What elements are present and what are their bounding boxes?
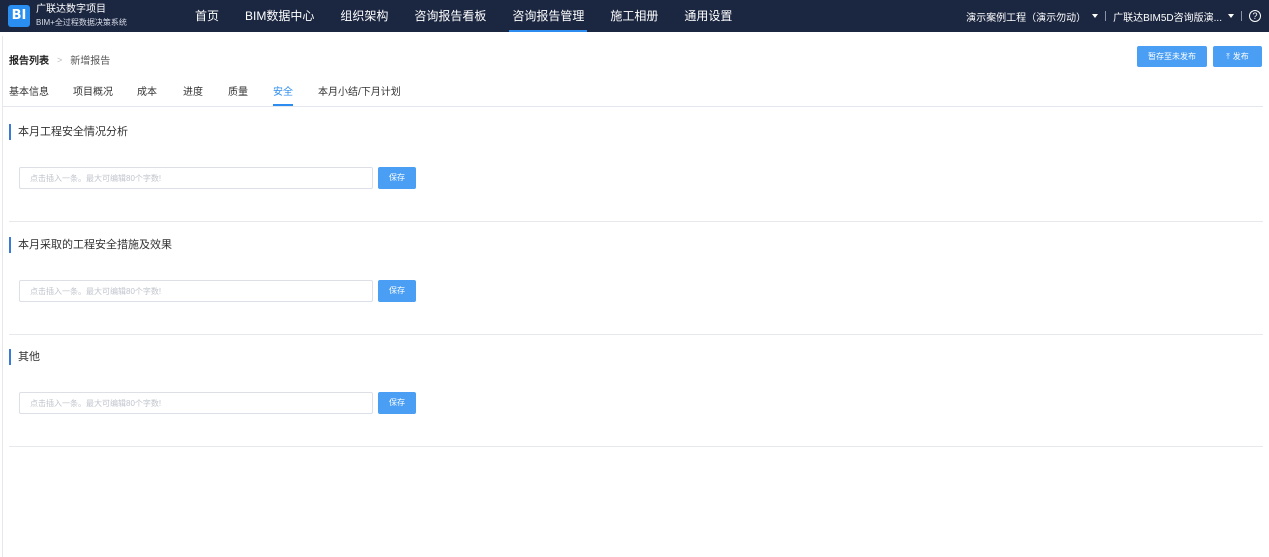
main-content: 报告列表 > 新增报告 暂存至未发布 ⤒ 发布 基本信息 项目概况 成本 进度 质… xyxy=(2,36,1267,557)
divider xyxy=(1241,11,1242,21)
tab-monthly-summary[interactable]: 本月小结/下月计划 xyxy=(318,86,401,106)
help-icon[interactable]: ? xyxy=(1249,10,1261,22)
save-button[interactable]: 保存 xyxy=(378,167,416,189)
company-name: 广联达BIM5D咨询版演... xyxy=(1113,12,1222,24)
save-button[interactable]: 保存 xyxy=(378,280,416,302)
tab-project-overview[interactable]: 项目概况 xyxy=(73,86,113,106)
breadcrumb-separator-icon: > xyxy=(57,54,63,65)
section-divider xyxy=(9,221,1263,222)
main-nav: 首页 BIM数据中心 组织架构 咨询报告看板 咨询报告管理 施工相册 通用设置 xyxy=(182,0,745,32)
chevron-down-icon xyxy=(1092,14,1099,18)
nav-item-general-settings[interactable]: 通用设置 xyxy=(671,0,745,32)
brand-title: 广联达数字项目 xyxy=(36,4,106,15)
safety-analysis-input[interactable] xyxy=(19,167,373,189)
company-selector[interactable]: 广联达BIM5D咨询版演... xyxy=(1113,9,1234,24)
save-button[interactable]: 保存 xyxy=(378,392,416,414)
section-title-safety-analysis: 本月工程安全情况分析 xyxy=(9,124,128,140)
nav-item-report-dashboard[interactable]: 咨询报告看板 xyxy=(401,0,499,32)
top-navbar: BI 广联达数字项目 BIM+全过程数据决策系统 首页 BIM数据中心 组织架构… xyxy=(0,0,1269,32)
project-name: 演示案例工程（演示勿动） xyxy=(966,12,1087,24)
breadcrumb-report-list[interactable]: 报告列表 xyxy=(9,52,49,67)
nav-item-report-management[interactable]: 咨询报告管理 xyxy=(499,0,597,32)
save-draft-button[interactable]: 暂存至未发布 xyxy=(1137,46,1207,67)
tab-safety[interactable]: 安全 xyxy=(273,86,293,106)
nav-item-construction-album[interactable]: 施工相册 xyxy=(597,0,671,32)
publish-label: 发布 xyxy=(1232,52,1249,61)
safety-measures-input[interactable] xyxy=(19,280,373,302)
breadcrumb: 报告列表 > 新增报告 xyxy=(9,52,111,68)
tab-basic-info[interactable]: 基本信息 xyxy=(9,86,49,106)
section-title-other: 其他 xyxy=(9,349,40,365)
chevron-down-icon xyxy=(1228,14,1234,18)
brand: 广联达数字项目 BIM+全过程数据决策系统 xyxy=(36,4,127,29)
tab-bar: 基本信息 项目概况 成本 进度 质量 安全 本月小结/下月计划 xyxy=(3,86,1263,107)
breadcrumb-current: 新增报告 xyxy=(70,56,111,67)
section-title-safety-measures: 本月采取的工程安全措施及效果 xyxy=(9,237,172,253)
upload-icon: ⤒ xyxy=(1226,52,1230,61)
app-logo[interactable]: BI xyxy=(8,5,30,27)
tab-progress[interactable]: 进度 xyxy=(183,86,203,106)
nav-item-bim-data-center[interactable]: BIM数据中心 xyxy=(232,0,327,32)
publish-button[interactable]: ⤒ 发布 xyxy=(1213,46,1262,67)
project-selector[interactable]: 演示案例工程（演示勿动） xyxy=(966,9,1099,24)
nav-item-home[interactable]: 首页 xyxy=(182,0,232,32)
divider xyxy=(1105,11,1107,21)
nav-item-organization[interactable]: 组织架构 xyxy=(327,0,401,32)
brand-subtitle: BIM+全过程数据决策系统 xyxy=(36,18,127,27)
top-right-menu: 演示案例工程（演示勿动） 广联达BIM5D咨询版演... ? xyxy=(966,0,1261,32)
section-divider xyxy=(9,446,1263,447)
other-input[interactable] xyxy=(19,392,373,414)
section-divider xyxy=(9,334,1263,335)
tab-quality[interactable]: 质量 xyxy=(228,86,248,106)
tab-cost[interactable]: 成本 xyxy=(137,86,157,106)
